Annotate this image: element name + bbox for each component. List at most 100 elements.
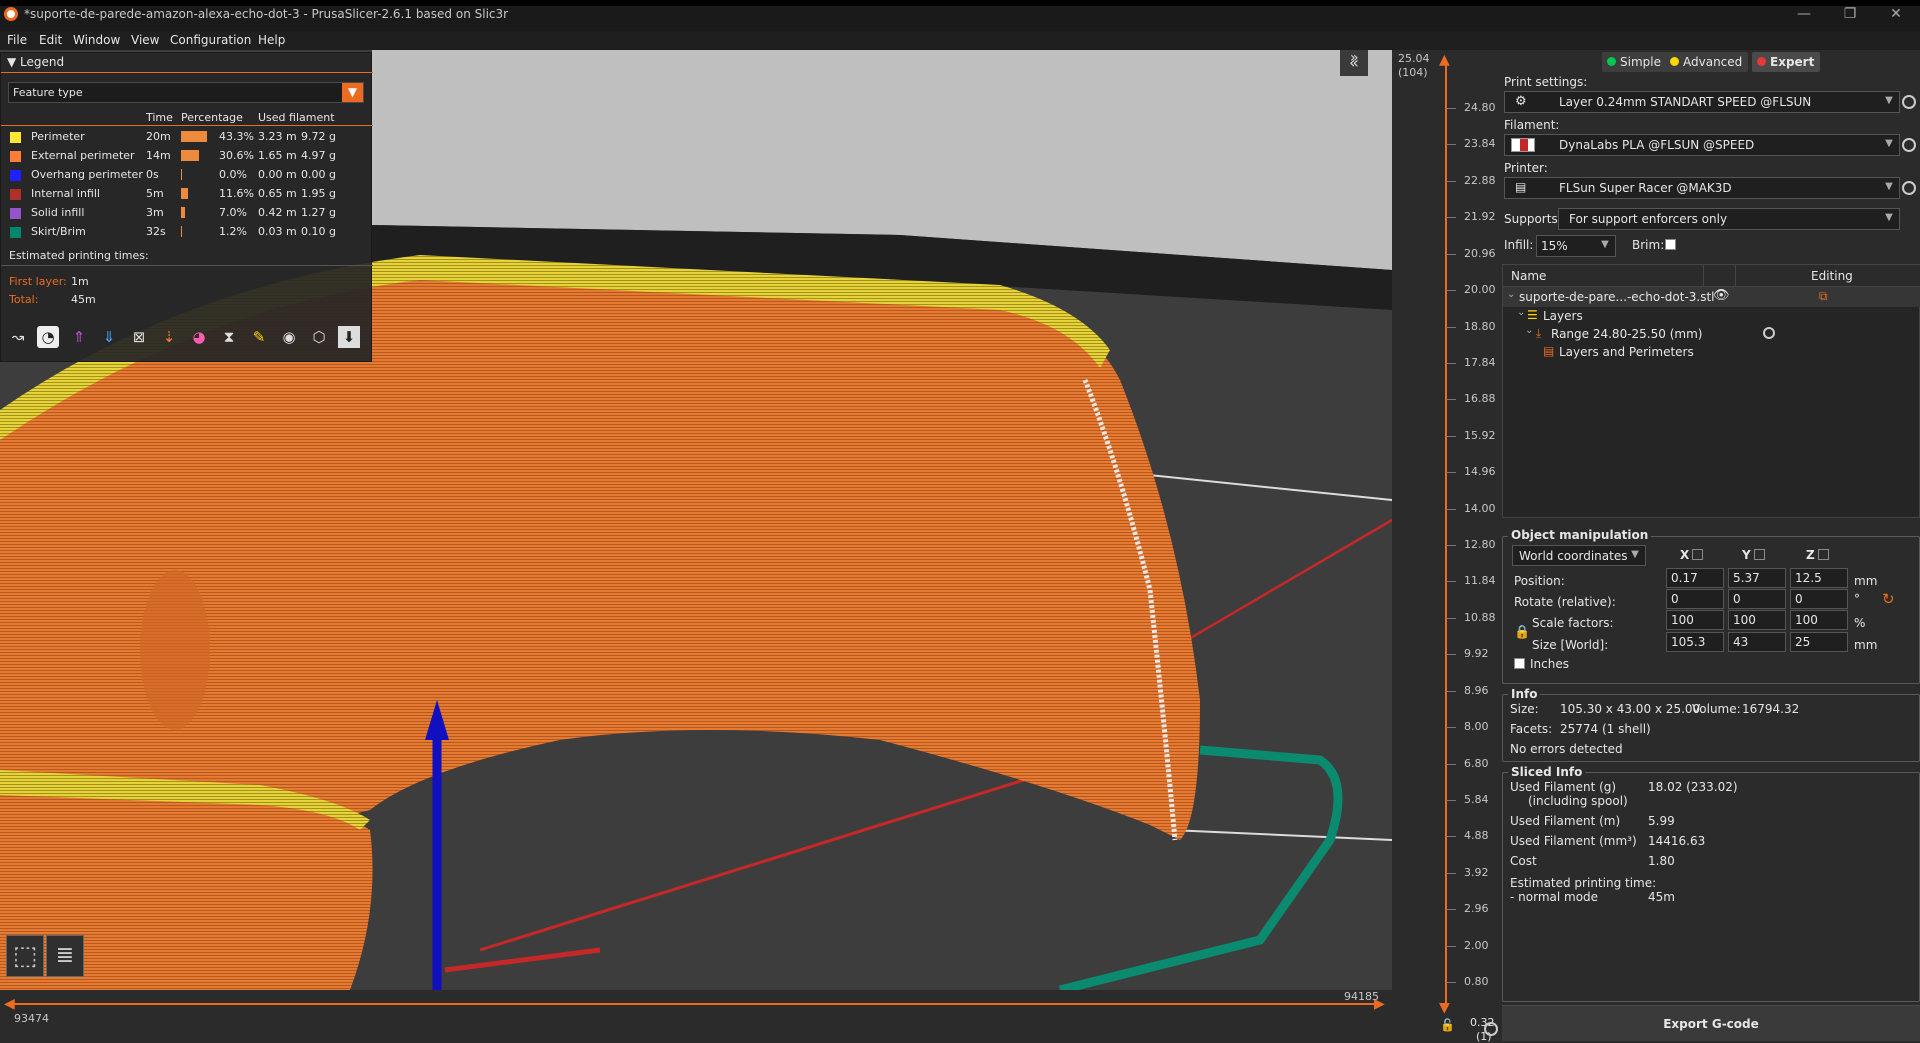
color-changes-icon[interactable]: ◕	[188, 326, 210, 348]
chevron-down-icon[interactable]: ⌄	[1507, 289, 1515, 300]
expand-sidebar-icon[interactable]: »	[1350, 50, 1359, 66]
scale-y-input[interactable]: 100	[1728, 610, 1786, 630]
header-underline	[1, 125, 373, 126]
mode-simple-button[interactable]: Simple	[1602, 52, 1667, 72]
legend-time: 32s	[146, 225, 166, 238]
restore-button[interactable]: ❐	[1832, 4, 1868, 24]
rotate-z-input[interactable]: 0	[1790, 589, 1848, 609]
vslider-tick-label: 14.96	[1464, 465, 1496, 479]
legend-bar	[181, 150, 199, 161]
mode-advanced-button[interactable]: Advanced	[1665, 52, 1749, 72]
reset-rotation-icon[interactable]: ↻	[1882, 590, 1895, 608]
menu-file[interactable]: File	[7, 33, 27, 47]
wipe-icon[interactable]: ◔	[37, 326, 59, 348]
custom-gcodes-icon[interactable]: ✎	[248, 326, 270, 348]
deretractions-icon[interactable]: ⇓	[98, 326, 120, 348]
x-drop-to-bed-icon[interactable]	[1692, 549, 1703, 560]
menu-configuration[interactable]: Configuration	[170, 33, 251, 47]
menu-view[interactable]: View	[131, 33, 159, 47]
lock-icon[interactable]: 🔓	[1440, 1018, 1455, 1032]
vslider-tick-mark	[1446, 326, 1456, 328]
pause-prints-icon[interactable]: ⧗	[218, 326, 240, 348]
mode-expert-label: Expert	[1770, 55, 1815, 69]
vertical-layer-slider[interactable]: 25.04 (104) ▲ 24.80 23.84 22.88 21.92 20.96 2…	[1392, 50, 1502, 1043]
preview-layers-icon[interactable]: ≣	[46, 935, 84, 977]
mode-expert-button[interactable]: Expert	[1752, 52, 1821, 72]
position-x-input[interactable]: 0.17	[1666, 568, 1724, 588]
inches-checkbox[interactable]	[1514, 658, 1525, 669]
menu-edit[interactable]: Edit	[39, 33, 62, 47]
print-settings-edit-icon[interactable]	[1902, 95, 1916, 109]
3d-view-icon[interactable]: ⬚	[6, 935, 44, 977]
lock-icon[interactable]: 🔒	[1514, 625, 1530, 640]
supports-combo[interactable]: For support enforcers only ▼	[1558, 208, 1900, 230]
hslider-lower-thumb[interactable]: ◀	[4, 996, 15, 1012]
export-gcode-button[interactable]: Export G-code	[1502, 1005, 1920, 1041]
filament-edit-icon[interactable]	[1902, 138, 1916, 152]
legend-row[interactable]: Perimeter 20m 43.3% 3.23 m 9.72 g	[1, 127, 373, 146]
legend-name: Internal infill	[31, 187, 100, 200]
legend-row[interactable]: Solid infill 3m 7.0% 0.42 m 1.27 g	[1, 203, 373, 222]
vslider-tick-label: 4.88	[1464, 829, 1489, 843]
legend-row[interactable]: External perimeter 14m 30.6% 1.65 m 4.97 g	[1, 146, 373, 165]
center-of-gravity-icon[interactable]: ◉	[278, 326, 300, 348]
chevron-down-icon[interactable]: ⌄	[1525, 325, 1533, 336]
print-settings-combo[interactable]: ⚙ Layer 0.24mm STANDART SPEED @FLSUN ▼	[1504, 91, 1900, 113]
legend-row[interactable]: Overhang perimeter 0s 0.0% 0.00 m 0.00 g	[1, 165, 373, 184]
menu-window[interactable]: Window	[73, 33, 120, 47]
vslider-tick-label: 21.92	[1464, 210, 1496, 224]
range-settings-icon[interactable]	[1763, 327, 1775, 339]
coordinates-combo[interactable]: World coordinates ▼	[1512, 545, 1646, 566]
seams-icon[interactable]: ⊠	[128, 326, 150, 348]
layers-row[interactable]: ⌄ ☰ Layers	[1503, 307, 1920, 325]
printer-combo[interactable]: ▤ FLSun Super Racer @MAK3D ▼	[1504, 177, 1900, 199]
tool-changes-icon[interactable]: ⇣	[158, 326, 180, 348]
menu-help[interactable]: Help	[258, 33, 285, 47]
filament-combo[interactable]: DynaLabs PLA @FLSUN @SPEED ▼	[1504, 134, 1900, 156]
printer-edit-icon[interactable]	[1902, 181, 1916, 195]
horizontal-move-slider[interactable]: ◀ ▶ 93474 94185	[0, 990, 1392, 1041]
layers-perimeters-row[interactable]: ▤ Layers and Perimeters	[1503, 343, 1920, 361]
rotate-x-input[interactable]: 0	[1666, 589, 1724, 609]
vslider-tick-label: 16.88	[1464, 392, 1496, 406]
gear-icon[interactable]	[1484, 1022, 1498, 1036]
size-z-input[interactable]: 25	[1790, 632, 1848, 652]
chevron-down-icon[interactable]: ⌄	[1517, 307, 1525, 318]
vslider-tick-label: 9.92	[1464, 647, 1489, 661]
scale-x-input[interactable]: 100	[1666, 610, 1724, 630]
shells-icon[interactable]: ⬡	[308, 326, 330, 348]
rotate-y-input[interactable]: 0	[1728, 589, 1786, 609]
feature-type-combo[interactable]: Feature type ▼	[8, 82, 364, 103]
size-y-input[interactable]: 43	[1728, 632, 1786, 652]
chevron-down-icon: ▼	[1601, 239, 1609, 250]
vslider-top-layer: (104)	[1398, 66, 1428, 79]
chevron-down-icon: ▼	[1885, 95, 1893, 106]
legend-bar	[181, 188, 188, 199]
legend-row[interactable]: Internal infill 5m 11.6% 0.65 m 1.95 g	[1, 184, 373, 203]
position-z-input[interactable]: 12.5	[1790, 568, 1848, 588]
infill-combo[interactable]: 15% ▼	[1536, 235, 1616, 257]
eye-icon[interactable]: 👁	[1713, 288, 1730, 303]
legend-header[interactable]: ▼ Legend	[7, 55, 64, 69]
retractions-icon[interactable]: ⇑	[68, 326, 90, 348]
y-drop-to-bed-icon[interactable]	[1754, 549, 1765, 560]
minimize-button[interactable]: —	[1786, 4, 1822, 24]
chevron-down-icon[interactable]: ▼	[342, 83, 363, 102]
range-row[interactable]: ⌄ ⤓ Range 24.80-25.50 (mm)	[1503, 325, 1920, 343]
info-facets-label: Facets:	[1510, 722, 1553, 736]
legend-underline	[1, 72, 373, 73]
close-button[interactable]: ✕	[1878, 4, 1914, 24]
z-drop-to-bed-icon[interactable]	[1818, 549, 1829, 560]
legend-name: Overhang perimeter	[31, 168, 143, 181]
legend-row[interactable]: Skirt/Brim 32s 1.2% 0.03 m 0.10 g	[1, 222, 373, 241]
position-y-input[interactable]: 5.37	[1728, 568, 1786, 588]
tool-marker-icon[interactable]: ⬇	[338, 326, 360, 348]
object-row[interactable]: ⌄ suporte-de-pare...-echo-dot-3.stl 👁 ⧉	[1503, 287, 1920, 307]
scale-z-input[interactable]: 100	[1790, 610, 1848, 630]
vslider-tick-label: 2.96	[1464, 902, 1489, 916]
edit-object-icon[interactable]: ⧉	[1819, 289, 1828, 304]
vslider-lower-thumb[interactable]: ▼	[1439, 1000, 1450, 1016]
brim-checkbox[interactable]	[1665, 239, 1676, 250]
travel-icon[interactable]: ↝	[7, 326, 29, 348]
size-x-input[interactable]: 105.3	[1666, 632, 1724, 652]
